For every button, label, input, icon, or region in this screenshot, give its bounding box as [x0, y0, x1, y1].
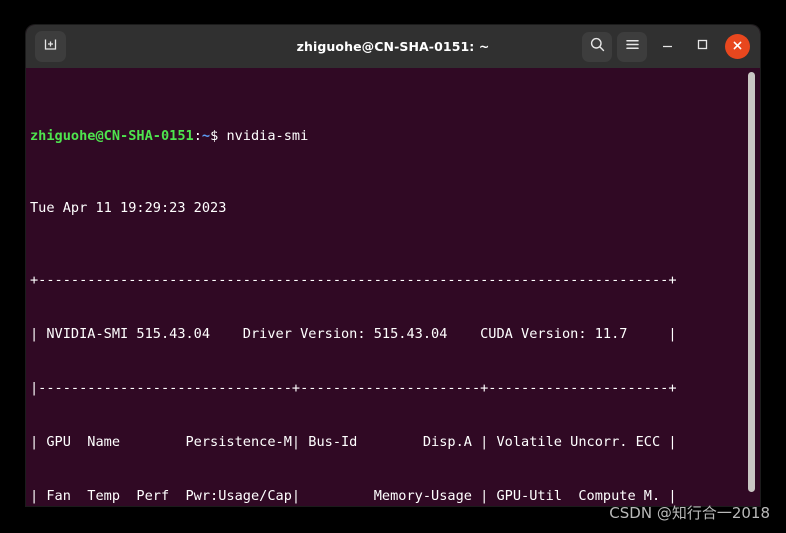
watermark: CSDN @知行合一2018 [609, 504, 770, 522]
output-line: |-------------------------------+-------… [30, 380, 677, 396]
close-button[interactable] [725, 34, 750, 59]
typed-command: nvidia-smi [226, 128, 309, 144]
hamburger-menu-icon [624, 36, 641, 57]
search-icon [589, 36, 606, 57]
new-tab-button[interactable] [35, 31, 66, 62]
scrollbar[interactable] [745, 68, 757, 506]
prompt-path: ~ [201, 128, 211, 144]
titlebar-actions [582, 31, 750, 62]
output-line: | NVIDIA-SMI 515.43.04 Driver Version: 5… [30, 326, 677, 342]
prompt-colon: : [193, 128, 202, 144]
minimize-button[interactable] [652, 32, 682, 62]
command-line: zhiguohe@CN-SHA-0151:~$ nvidia-smi [30, 127, 760, 145]
output-line: +---------------------------------------… [30, 272, 677, 288]
output-line: | GPU Name Persistence-M| Bus-Id Disp.A … [30, 434, 677, 450]
terminal-window: zhiguohe@CN-SHA-0151: ~ zhiguohe@CN-SHA-… [26, 25, 760, 506]
scrollbar-thumb[interactable] [748, 72, 755, 492]
minimize-icon [659, 36, 676, 57]
title-bar: zhiguohe@CN-SHA-0151: ~ [26, 25, 760, 68]
terminal-body[interactable]: zhiguohe@CN-SHA-0151:~$ nvidia-smi Tue A… [26, 68, 760, 506]
menu-button[interactable] [617, 31, 647, 62]
maximize-icon [694, 36, 711, 57]
search-button[interactable] [582, 31, 612, 62]
prompt-dollar: $ [210, 128, 227, 144]
timestamp-line: Tue Apr 11 19:29:23 2023 [30, 200, 227, 216]
terminal-output: zhiguohe@CN-SHA-0151:~$ nvidia-smi Tue A… [26, 73, 760, 506]
close-icon [731, 37, 744, 56]
maximize-button[interactable] [687, 32, 717, 62]
new-tab-icon [42, 36, 59, 57]
prompt-user-host: zhiguohe@CN-SHA-0151 [30, 128, 194, 144]
